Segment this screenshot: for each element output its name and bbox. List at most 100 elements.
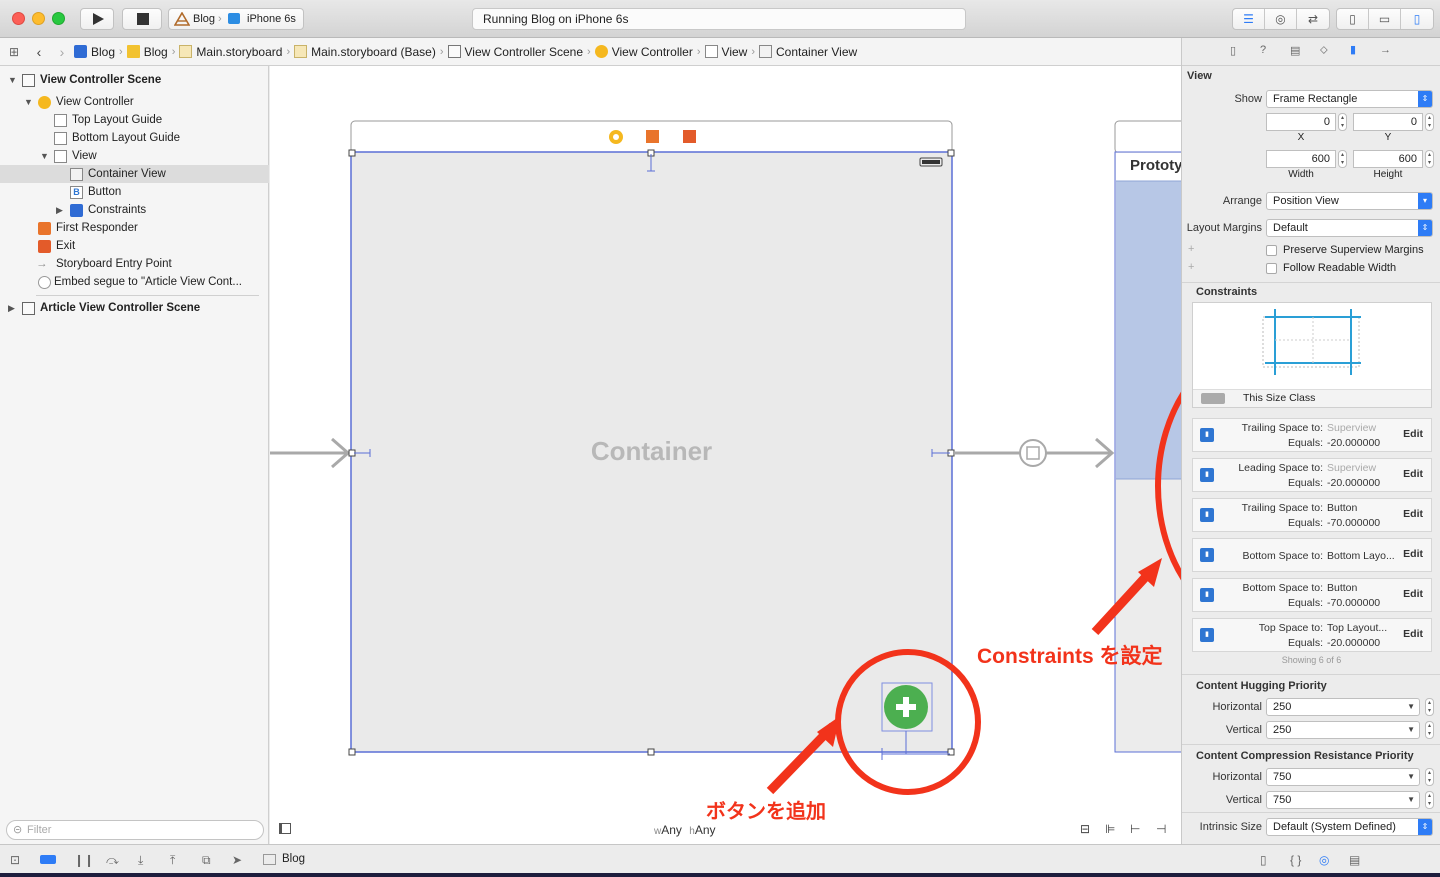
outline-container-view[interactable]: Container View: [0, 165, 269, 183]
version-editor-icon[interactable]: ⇄: [1297, 9, 1329, 29]
constraint-row[interactable]: ▮ Trailing Space to: Button Equals: -70.0000…: [1192, 498, 1432, 532]
constraint-row[interactable]: ▮ Top Space to: Top Layout... Equals: -20.00…: [1192, 618, 1432, 652]
compression-vertical-popup[interactable]: 750 ▼: [1266, 791, 1420, 809]
constraint-row[interactable]: ▮ Trailing Space to: Superview Equals: -20.0…: [1192, 418, 1432, 452]
navigator-toggle-icon[interactable]: ▯: [1337, 9, 1369, 29]
outline-view[interactable]: ▼ View: [0, 147, 269, 165]
breadcrumb-storyboard[interactable]: Main.storyboard: [179, 45, 282, 59]
hugging-vertical-stepper[interactable]: ▴ ▾: [1425, 721, 1434, 739]
resize-handle[interactable]: [947, 149, 955, 157]
outline-storyboard-entry-point[interactable]: → Storyboard Entry Point: [0, 255, 269, 273]
media-library-icon[interactable]: ▤: [1349, 853, 1360, 867]
constraint-edit-button[interactable]: Edit: [1403, 548, 1423, 560]
hugging-vertical-popup[interactable]: 250 ▼: [1266, 721, 1420, 739]
width-stepper[interactable]: ▴ ▾: [1338, 150, 1347, 168]
y-stepper[interactable]: ▴ ▾: [1425, 113, 1434, 131]
compression-horizontal-popup[interactable]: 750 ▼: [1266, 768, 1420, 786]
outline-first-responder[interactable]: First Responder: [0, 219, 269, 237]
hide-debug-icon[interactable]: ⊡: [10, 853, 20, 867]
plus-icon[interactable]: +: [1188, 243, 1194, 255]
scheme-selector[interactable]: Blog › iPhone 6s: [168, 8, 304, 30]
storyboard-canvas[interactable]: Container Prototy ボタンを追加 Constraints を設定…: [270, 66, 1181, 844]
identity-inspector-icon[interactable]: ▤: [1290, 44, 1300, 57]
editor-mode-segment[interactable]: ☰ ◎ ⇄: [1232, 8, 1330, 30]
hugging-horizontal-popup[interactable]: 250 ▼: [1266, 698, 1420, 716]
size-class-toggle-icon[interactable]: [1201, 393, 1225, 404]
breadcrumb-view[interactable]: View: [704, 45, 747, 59]
x-stepper[interactable]: ▴ ▾: [1338, 113, 1347, 131]
hugging-horizontal-stepper[interactable]: ▴ ▾: [1425, 698, 1434, 716]
outline-view-controller[interactable]: ▼ View Controller: [0, 93, 269, 111]
constraint-edit-button[interactable]: Edit: [1403, 628, 1423, 640]
step-out-icon[interactable]: ⤒: [170, 853, 175, 868]
breadcrumb-folder[interactable]: Blog: [126, 45, 168, 59]
layout-margins-popup[interactable]: Default ⇕: [1266, 219, 1433, 237]
compression-horizontal-stepper[interactable]: ▴ ▾: [1425, 768, 1434, 786]
x-field[interactable]: 0: [1266, 113, 1336, 131]
view-debugger-icon[interactable]: ⧉: [202, 853, 211, 868]
attributes-inspector-icon[interactable]: ⬦: [1320, 44, 1328, 57]
debug-area-toggle-icon[interactable]: ▭: [1369, 9, 1401, 29]
exit-dock-icon[interactable]: [683, 130, 696, 143]
stack-icon[interactable]: ⊟: [1080, 822, 1090, 836]
first-responder-dock-icon[interactable]: [646, 130, 659, 143]
pause-icon[interactable]: ❙❙: [74, 853, 94, 867]
height-stepper[interactable]: ▴ ▾: [1425, 150, 1434, 168]
disclosure-open-icon[interactable]: ▼: [8, 71, 18, 89]
outline-scene-view-controller[interactable]: ▼ View Controller Scene: [0, 71, 269, 89]
resize-handle[interactable]: [348, 149, 356, 157]
outline-scene-article[interactable]: ▶ Article View Controller Scene: [0, 299, 269, 317]
follow-readable-checkbox[interactable]: [1266, 263, 1277, 274]
breakpoints-icon[interactable]: [40, 855, 56, 864]
preserve-margins-checkbox[interactable]: [1266, 245, 1277, 256]
size-inspector-icon[interactable]: ▮: [1350, 43, 1356, 56]
breadcrumb-scene[interactable]: View Controller Scene: [447, 45, 583, 59]
stop-button[interactable]: [122, 8, 162, 30]
constraint-edit-button[interactable]: Edit: [1403, 468, 1423, 480]
constraint-row[interactable]: ▮ Bottom Space to: Button Equals: -70.000000…: [1192, 578, 1432, 612]
quick-help-icon[interactable]: ?: [1260, 44, 1266, 56]
assistant-editor-icon[interactable]: ◎: [1265, 9, 1297, 29]
minimize-window-button[interactable]: [32, 12, 45, 25]
height-field[interactable]: 600: [1353, 150, 1423, 168]
disclosure-closed-icon[interactable]: ▶: [8, 299, 18, 317]
show-popup[interactable]: Frame Rectangle ⇕: [1266, 90, 1433, 108]
width-field[interactable]: 600: [1266, 150, 1336, 168]
constraint-edit-button[interactable]: Edit: [1403, 508, 1423, 520]
object-library-icon[interactable]: ◎: [1319, 853, 1329, 867]
constraint-row[interactable]: ▮ Bottom Space to: Bottom Layo... Edit: [1192, 538, 1432, 572]
constraint-edit-button[interactable]: Edit: [1403, 428, 1423, 440]
forward-arrow-icon[interactable]: ›: [50, 44, 74, 60]
disclosure-open-icon[interactable]: ▼: [24, 93, 34, 111]
location-icon[interactable]: ➤: [232, 853, 242, 867]
pin-icon[interactable]: ⊢: [1130, 822, 1140, 836]
size-class-bar[interactable]: This Size Class: [1193, 389, 1431, 407]
view-toggle-segment[interactable]: ▯ ▭ ▯: [1336, 8, 1434, 30]
breadcrumb-project[interactable]: Blog: [74, 45, 115, 59]
breadcrumb-view-controller[interactable]: View Controller: [594, 45, 693, 59]
outline-top-layout-guide[interactable]: Top Layout Guide: [0, 111, 269, 129]
breadcrumb-storyboard-base[interactable]: Main.storyboard (Base): [294, 45, 436, 59]
embed-segue-icon[interactable]: [1019, 439, 1047, 467]
connections-inspector-icon[interactable]: →: [1380, 44, 1391, 56]
plus-icon[interactable]: +: [1188, 261, 1194, 273]
related-items-icon[interactable]: ⊞: [0, 45, 28, 59]
constraint-row[interactable]: ▮ Leading Space to: Superview Equals: -20.00…: [1192, 458, 1432, 492]
standard-editor-icon[interactable]: ☰: [1233, 9, 1265, 29]
resize-handle[interactable]: [647, 748, 655, 756]
constraint-edit-button[interactable]: Edit: [1403, 588, 1423, 600]
resize-handle[interactable]: [348, 748, 356, 756]
outline-exit[interactable]: Exit: [0, 237, 269, 255]
size-class-selector[interactable]: wAny hAny: [654, 823, 716, 837]
run-button[interactable]: [80, 8, 114, 30]
outline-button[interactable]: B Button: [0, 183, 269, 201]
outline-bottom-layout-guide[interactable]: Bottom Layout Guide: [0, 129, 269, 147]
file-inspector-icon[interactable]: ▯: [1230, 44, 1236, 57]
back-arrow-icon[interactable]: ‹: [28, 44, 50, 60]
arrange-popup[interactable]: Position View ▾: [1266, 192, 1433, 210]
step-over-icon[interactable]: ⤼: [106, 853, 119, 868]
disclosure-closed-icon[interactable]: ▶: [56, 201, 66, 219]
utilities-toggle-icon[interactable]: ▯: [1401, 9, 1433, 29]
outline-embed-segue[interactable]: Embed segue to "Article View Cont...: [0, 273, 269, 291]
outline-filter-input[interactable]: ⊝ Filter: [6, 820, 264, 840]
